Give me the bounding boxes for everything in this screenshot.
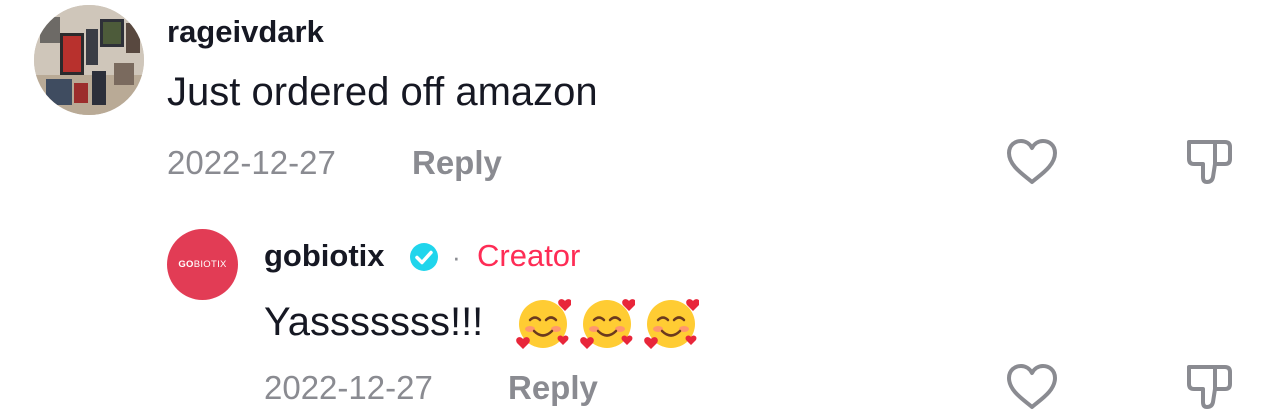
separator-dot: ·	[452, 242, 461, 272]
creator-badge: Creator	[477, 238, 581, 273]
avatar-gobiotix[interactable]: GOBIOTIX	[167, 229, 238, 300]
comment-date: 2022-12-27	[167, 144, 336, 181]
comment-reply-button[interactable]: Reply	[412, 144, 502, 182]
verified-badge-icon	[409, 242, 439, 272]
comment-text: Just ordered off amazon	[167, 70, 598, 114]
gobiotix-logo: GOBIOTIX	[178, 259, 227, 270]
reply-reply-button[interactable]: Reply	[508, 369, 598, 407]
dislike-thumb-icon[interactable]	[1185, 362, 1237, 412]
smiling-face-with-hearts-icon	[643, 295, 700, 351]
reply-text: Yasssssss!!!	[264, 300, 484, 344]
dislike-thumb-icon[interactable]	[1185, 137, 1237, 187]
like-heart-icon[interactable]	[1004, 362, 1060, 412]
smiling-face-with-hearts-icon	[579, 295, 636, 351]
smiling-face-with-hearts-icon	[515, 295, 572, 351]
comment-username[interactable]: rageivdark	[167, 14, 324, 50]
reply-username[interactable]: gobiotix	[264, 238, 385, 274]
comments-section: rageivdark Just ordered off amazon 2022-…	[0, 0, 1283, 417]
avatar-room-photo	[34, 5, 144, 115]
reply-date: 2022-12-27	[264, 369, 433, 406]
like-heart-icon[interactable]	[1004, 137, 1060, 187]
avatar-rageivdark[interactable]	[34, 5, 144, 115]
